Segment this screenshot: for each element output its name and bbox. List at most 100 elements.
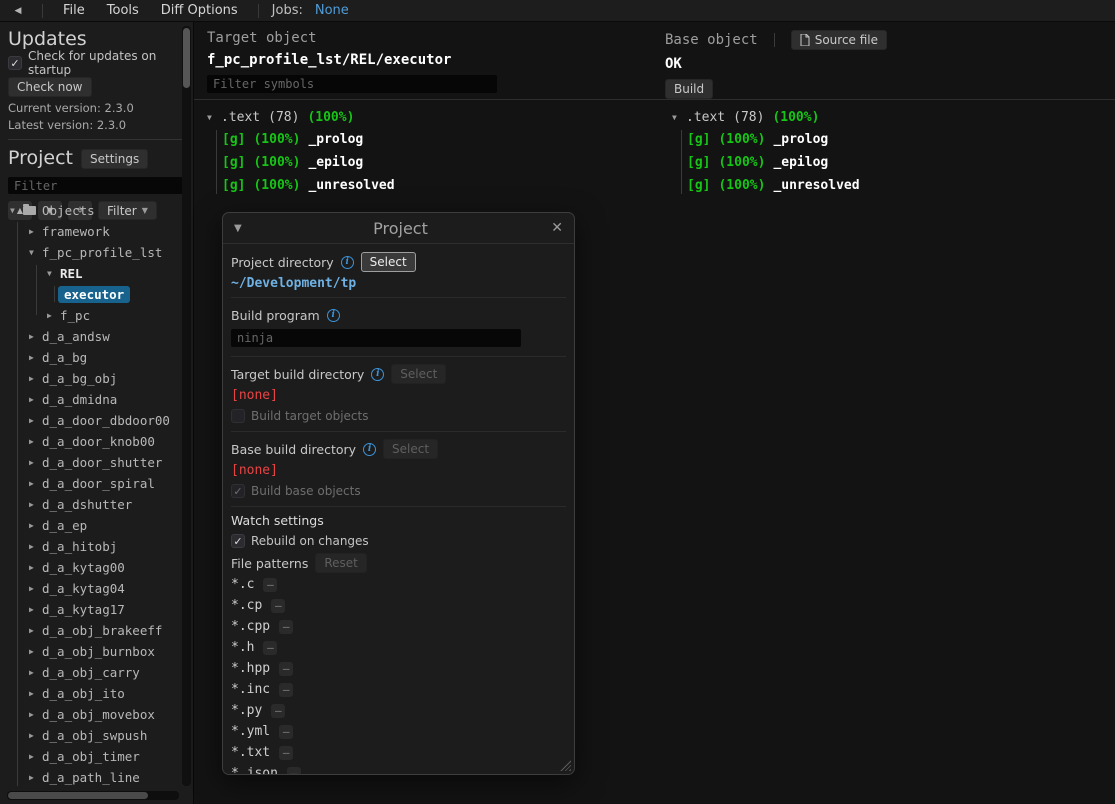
remove-pattern-button[interactable] — [279, 683, 293, 697]
tree-item[interactable]: d_a_door_knob00 — [0, 431, 180, 452]
build-target-objects-checkbox[interactable]: Build target objects — [231, 407, 566, 425]
tree-item-label: d_a_door_spiral — [42, 476, 155, 491]
file-pattern-value: *.inc — [231, 682, 270, 697]
tree-expand-icon — [29, 605, 42, 614]
info-icon[interactable]: i — [327, 309, 340, 322]
tree-expand-icon — [29, 584, 42, 593]
symbol-row[interactable]: [g] (100%) _epilog — [672, 151, 860, 174]
project-dialog-titlebar[interactable]: ▼ Project ✕ — [223, 213, 574, 244]
remove-pattern-button[interactable] — [263, 641, 277, 655]
project-filter-input[interactable] — [8, 177, 184, 194]
sidebar-horizontal-scrollbar[interactable] — [7, 791, 179, 800]
tree-item[interactable]: d_a_obj_timer — [0, 746, 180, 767]
build-base-objects-checkbox[interactable]: ✓ Build base objects — [231, 482, 566, 500]
tree-item[interactable]: d_a_bg_obj — [0, 368, 180, 389]
tree-item[interactable]: d_a_andsw — [0, 326, 180, 347]
tree-item[interactable]: d_a_door_shutter — [0, 452, 180, 473]
tree-item-label: d_a_path_line — [42, 770, 140, 785]
base-build-dir-value: [none] — [231, 463, 566, 478]
build-program-input[interactable] — [231, 329, 521, 347]
remove-pattern-button[interactable] — [287, 767, 301, 776]
settings-button[interactable]: Settings — [81, 149, 148, 169]
build-button[interactable]: Build — [665, 79, 713, 99]
menu-diff-options[interactable]: Diff Options — [152, 3, 247, 18]
symbol-indent-guide — [681, 130, 682, 194]
info-icon[interactable]: i — [363, 443, 376, 456]
tree-item[interactable]: d_a_ep — [0, 515, 180, 536]
tree-item[interactable]: f_pc — [0, 305, 180, 326]
file-pattern-row: *.c — [231, 574, 566, 595]
tree-item[interactable]: d_a_kytag00 — [0, 557, 180, 578]
file-pattern-value: *.cp — [231, 598, 262, 613]
remove-pattern-button[interactable] — [279, 746, 293, 760]
reset-patterns-button[interactable]: Reset — [315, 553, 367, 573]
tree-expand-icon — [29, 563, 42, 572]
tree-item[interactable]: executor — [0, 284, 180, 305]
symbol-row[interactable]: [g] (100%) _prolog — [207, 128, 395, 151]
symbol-flag: [g] — [687, 178, 710, 193]
collapse-icon[interactable]: ▼ — [234, 223, 254, 234]
tree-item[interactable]: f_pc_profile_lst — [0, 242, 180, 263]
tree-item[interactable]: d_a_door_spiral — [0, 473, 180, 494]
source-file-button[interactable]: Source file — [791, 30, 887, 50]
sidebar-vertical-scrollbar[interactable] — [182, 26, 191, 786]
jobs-status[interactable]: None — [315, 3, 349, 18]
tree-item-label: f_pc — [60, 308, 90, 323]
symbol-flag: [g] — [222, 132, 245, 147]
menu-tools[interactable]: Tools — [98, 3, 148, 18]
menu-file[interactable]: File — [54, 3, 94, 18]
rebuild-on-changes-checkbox[interactable]: ✓ Rebuild on changes — [231, 532, 566, 550]
section-header[interactable]: ▼ .text (78) (100%) — [207, 106, 395, 128]
tree-item[interactable]: d_a_door_dbdoor00 — [0, 410, 180, 431]
updates-startup-checkbox[interactable]: ✓ Check for updates on startup — [8, 54, 185, 72]
symbol-row[interactable]: [g] (100%) _prolog — [672, 128, 860, 151]
base-build-dir-select-button[interactable]: Select — [383, 439, 438, 459]
symbol-row[interactable]: [g] (100%) _unresolved — [672, 174, 860, 197]
symbol-row[interactable]: [g] (100%) _unresolved — [207, 174, 395, 197]
project-directory-select-button[interactable]: Select — [361, 252, 416, 272]
tree-item[interactable]: d_a_dmidna — [0, 389, 180, 410]
tree-item[interactable]: d_a_bg — [0, 347, 180, 368]
info-icon[interactable]: i — [371, 368, 384, 381]
remove-pattern-button[interactable] — [271, 704, 285, 718]
close-icon[interactable]: ✕ — [547, 220, 563, 236]
back-button[interactable]: ◀ — [5, 2, 31, 20]
tree-item-label: d_a_obj_movebox — [42, 707, 155, 722]
symbol-percent: (100%) — [253, 132, 300, 147]
tree-item-label: d_a_door_dbdoor00 — [42, 413, 170, 428]
tree-item[interactable]: REL — [0, 263, 180, 284]
tree-item[interactable]: d_a_kytag04 — [0, 578, 180, 599]
tree-item-label: d_a_dmidna — [42, 392, 117, 407]
tree-item[interactable]: d_a_obj_burnbox — [0, 641, 180, 662]
tree-item[interactable]: d_a_obj_movebox — [0, 704, 180, 725]
remove-pattern-button[interactable] — [263, 578, 277, 592]
symbol-row[interactable]: [g] (100%) _epilog — [207, 151, 395, 174]
tree-item-label: d_a_door_shutter — [42, 455, 162, 470]
remove-pattern-button[interactable] — [279, 620, 293, 634]
info-icon[interactable]: i — [341, 256, 354, 269]
file-pattern-row: *.hpp — [231, 658, 566, 679]
tree-item[interactable]: d_a_path_line — [0, 767, 180, 788]
symbol-name: _prolog — [773, 132, 828, 147]
tree-item[interactable]: d_a_obj_swpush — [0, 725, 180, 746]
tree-item[interactable]: d_a_kytag17 — [0, 599, 180, 620]
remove-pattern-button[interactable] — [279, 662, 293, 676]
tree-item[interactable]: d_a_hitobj — [0, 536, 180, 557]
remove-pattern-button[interactable] — [271, 599, 285, 613]
remove-pattern-button[interactable] — [279, 725, 293, 739]
tree-item[interactable]: d_a_dshutter — [0, 494, 180, 515]
tree-item[interactable]: d_a_obj_carry — [0, 662, 180, 683]
tree-item[interactable]: d_a_obj_brakeeff — [0, 620, 180, 641]
tree-item[interactable]: framework — [0, 221, 180, 242]
sidebar-horizontal-scrollbar-thumb[interactable] — [8, 792, 148, 799]
project-directory-value: ~/Development/tp — [231, 276, 566, 291]
section-header[interactable]: ▼ .text (78) (100%) — [672, 106, 860, 128]
tree-item[interactable]: Objects — [0, 200, 180, 221]
check-now-button[interactable]: Check now — [8, 77, 92, 97]
tree-item[interactable]: d_a_obj_ito — [0, 683, 180, 704]
sidebar-vertical-scrollbar-thumb[interactable] — [183, 28, 190, 88]
symbol-flag: [g] — [222, 178, 245, 193]
target-build-dir-select-button[interactable]: Select — [391, 364, 446, 384]
section-match-percent: (100%) — [307, 110, 354, 125]
symbol-filter-input[interactable] — [207, 75, 497, 93]
